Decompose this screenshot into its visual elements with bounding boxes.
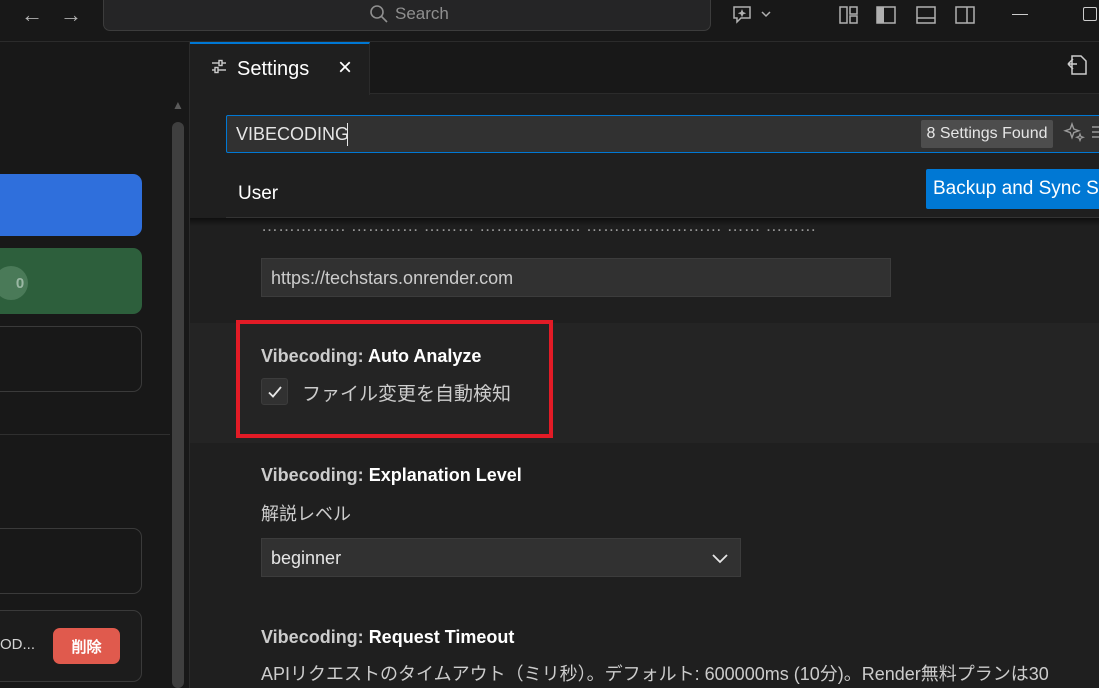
- toggle-panel-icon[interactable]: [915, 4, 937, 29]
- tab-settings[interactable]: Settings ×: [190, 42, 370, 95]
- sidebar-primary-button[interactable]: [0, 174, 142, 236]
- setting-title-request-timeout: Vibecoding: Request Timeout: [261, 627, 514, 648]
- title-bar: ← → Search: [0, 0, 1099, 42]
- setting-category: Vibecoding:: [261, 627, 369, 647]
- settings-sliders-icon: [210, 58, 228, 81]
- command-center-search[interactable]: Search: [103, 0, 711, 31]
- search-placeholder: Search: [395, 4, 449, 23]
- setting-description: 解説レベル: [261, 504, 351, 524]
- minimize-icon[interactable]: [1012, 14, 1028, 15]
- open-settings-json-icon[interactable]: [1066, 52, 1096, 82]
- maximize-icon[interactable]: [1083, 7, 1097, 21]
- copilot-sparkle-icon[interactable]: [731, 4, 775, 29]
- server-url-value: https://techstars.onrender.com: [271, 268, 514, 288]
- ai-sparkle-icon[interactable]: [1062, 121, 1086, 145]
- header-shadow: [190, 218, 1099, 226]
- sidebar-scrollbar[interactable]: [172, 122, 184, 688]
- sidebar-card[interactable]: [0, 528, 142, 594]
- settings-search-value: VIBECODING: [236, 124, 350, 144]
- sidebar-card[interactable]: [0, 326, 142, 392]
- customize-layout-icon[interactable]: [838, 4, 860, 29]
- cut-off-description: …………… ………… ……… ……………… …………………… …… ………: [261, 226, 1021, 238]
- tab-label: Settings: [237, 58, 310, 80]
- arrow-right-icon[interactable]: →: [57, 0, 85, 30]
- chevron-down-icon: [710, 543, 730, 579]
- explanation-level-select[interactable]: beginner: [261, 538, 741, 577]
- text-cursor: [347, 123, 348, 146]
- setting-category: Vibecoding:: [261, 465, 369, 485]
- toggle-primary-sidebar-icon[interactable]: [875, 4, 897, 29]
- filter-icon[interactable]: [1092, 121, 1099, 148]
- tab-user-label: User: [238, 183, 279, 204]
- setting-name: Request Timeout: [368, 627, 515, 647]
- delete-button[interactable]: 削除: [53, 628, 120, 664]
- close-icon[interactable]: ×: [338, 54, 352, 82]
- sidebar-divider: [0, 434, 170, 435]
- server-url-input[interactable]: https://techstars.onrender.com: [261, 258, 891, 297]
- setting-title-explanation-level: Vibecoding: Explanation Level: [261, 465, 522, 486]
- search-icon: [370, 5, 388, 23]
- annotation-highlight-box: [236, 320, 553, 438]
- select-value: beginner: [271, 548, 342, 568]
- toggle-secondary-sidebar-icon[interactable]: [954, 4, 976, 29]
- settings-found-count: 8 Settings Found: [921, 120, 1053, 148]
- scroll-up-arrow-icon[interactable]: ▲: [170, 98, 186, 112]
- setting-name: Explanation Level: [368, 465, 522, 485]
- sidebar-item-label: OD...: [0, 636, 36, 653]
- setting-description: APIリクエストのタイムアウト（ミリ秒）。デフォルト: 600000ms (10…: [261, 664, 1049, 684]
- arrow-left-icon[interactable]: ←: [18, 0, 46, 30]
- tab-user[interactable]: User: [226, 168, 289, 218]
- backup-sync-button[interactable]: Backup and Sync Settings: [926, 169, 1099, 209]
